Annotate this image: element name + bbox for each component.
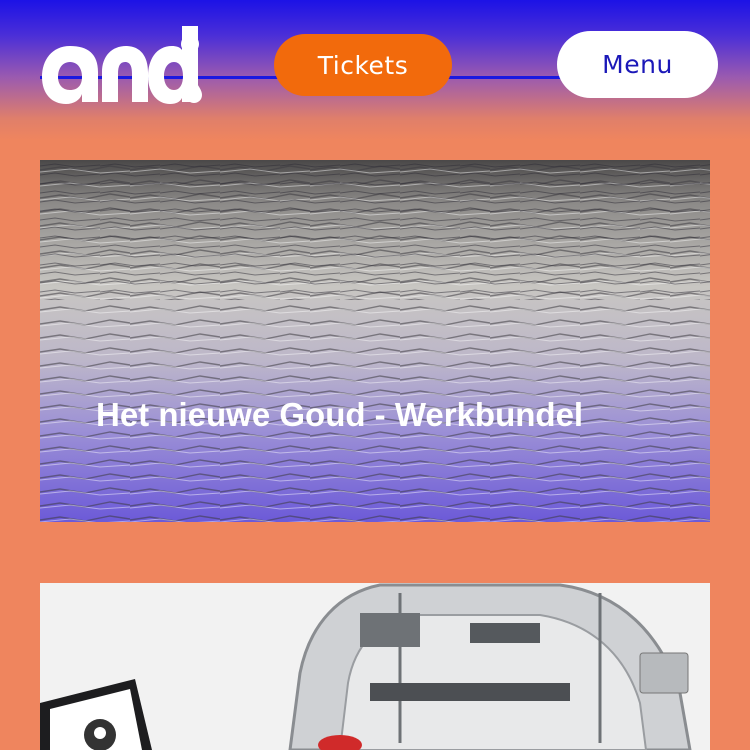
stacked-paper-image: [40, 160, 710, 522]
card-title: Het nieuwe Goud - Werkbundel: [96, 396, 584, 433]
3d-printer-image: [40, 583, 710, 750]
tickets-button[interactable]: Tickets: [274, 34, 452, 96]
menu-button[interactable]: Menu: [557, 31, 718, 98]
event-card[interactable]: [40, 583, 710, 750]
logo[interactable]: [40, 22, 210, 108]
event-card[interactable]: Het nieuwe Goud - Werkbundel: [40, 160, 710, 522]
